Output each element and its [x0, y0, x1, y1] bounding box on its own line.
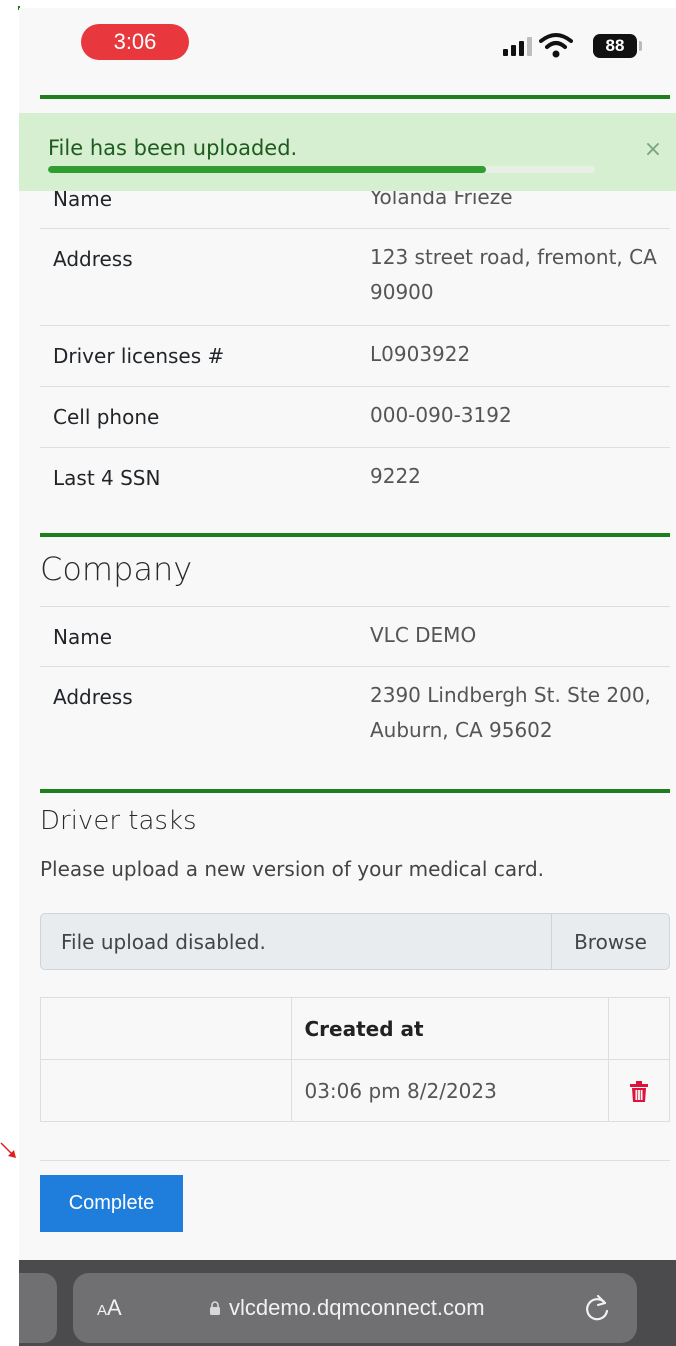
driver-row-license: Driver licenses # L0903922 [40, 326, 670, 387]
aa-large: A [107, 1295, 122, 1320]
status-bar: 3:06 88 [19, 8, 676, 78]
phone-screen: 3:06 88 Name Yolanda Frieze Address 123 … [19, 8, 676, 1346]
task-description: Please upload a new version of your medi… [40, 857, 544, 881]
actions-cell [608, 1059, 670, 1122]
section-divider [40, 789, 670, 793]
toast-progress-fill [48, 166, 486, 173]
row-label: Name [53, 625, 113, 649]
company-row-name: Name VLC DEMO [40, 606, 670, 667]
column-header-name [39, 997, 293, 1060]
column-header-actions [608, 997, 670, 1060]
address-bar[interactable]: AA vlcdemo.dqmconnect.com [73, 1273, 637, 1343]
battery-icon: 88 [593, 34, 637, 58]
row-value: VLC DEMO [370, 623, 477, 647]
cellular-signal-icon [503, 36, 532, 56]
driver-row-cell-phone: Cell phone 000-090-3192 [40, 387, 670, 448]
toast-close-button[interactable]: × [641, 138, 665, 162]
row-label: Address [53, 685, 133, 709]
column-header-created-at: Created at [291, 997, 610, 1060]
company-title: Company [40, 550, 193, 588]
trash-icon[interactable] [629, 1080, 649, 1103]
company-row-address: Address 2390 Lindbergh St. Ste 200, Aubu… [40, 667, 670, 764]
reader-text-size-button[interactable]: AA [97, 1295, 122, 1321]
reload-icon[interactable] [583, 1293, 611, 1323]
section-divider [40, 95, 670, 99]
driver-row-ssn: Last 4 SSN 9222 [40, 448, 670, 509]
row-value: L0903922 [370, 342, 471, 366]
section-divider [40, 533, 670, 537]
table-header-row: Created at [39, 997, 670, 1060]
row-value: 000-090-3192 [370, 403, 512, 427]
file-upload-input[interactable]: File upload disabled. Browse [40, 913, 670, 970]
row-label: Driver licenses # [53, 344, 225, 368]
row-label: Address [53, 247, 133, 271]
created-at-cell: 03:06 pm 8/2/2023 [291, 1059, 610, 1122]
row-value: 123 street road, fremont, CA 90900 [370, 245, 657, 304]
lock-icon [210, 1301, 220, 1315]
wifi-icon [539, 33, 573, 58]
battery-tip [639, 41, 642, 51]
complete-button[interactable]: Complete [40, 1175, 183, 1232]
annotation-arrow-icon [0, 1142, 16, 1158]
driver-tasks-title: Driver tasks [40, 806, 197, 836]
file-upload-placeholder: File upload disabled. [61, 930, 266, 954]
content-divider [40, 1160, 670, 1161]
file-name-cell [39, 1059, 293, 1122]
browse-button[interactable]: Browse [551, 914, 669, 969]
status-time[interactable]: 3:06 [81, 24, 189, 60]
table-row: 03:06 pm 8/2/2023 [39, 1059, 670, 1122]
row-value: 2390 Lindbergh St. Ste 200, Auburn, CA 9… [370, 683, 651, 742]
toast-progress-bar [48, 166, 595, 173]
row-value: 9222 [370, 464, 421, 488]
uploaded-files-table: Created at 03:06 pm 8/2/2023 [39, 997, 670, 1122]
driver-row-address: Address 123 street road, fremont, CA 909… [40, 229, 670, 326]
previous-tab-peek[interactable] [19, 1273, 57, 1343]
url-text[interactable]: vlcdemo.dqmconnect.com [229, 1295, 485, 1321]
row-label: Cell phone [53, 405, 160, 429]
row-label: Last 4 SSN [53, 466, 161, 490]
toast-message: File has been uploaded. [48, 136, 298, 160]
aa-small: A [97, 1302, 108, 1319]
